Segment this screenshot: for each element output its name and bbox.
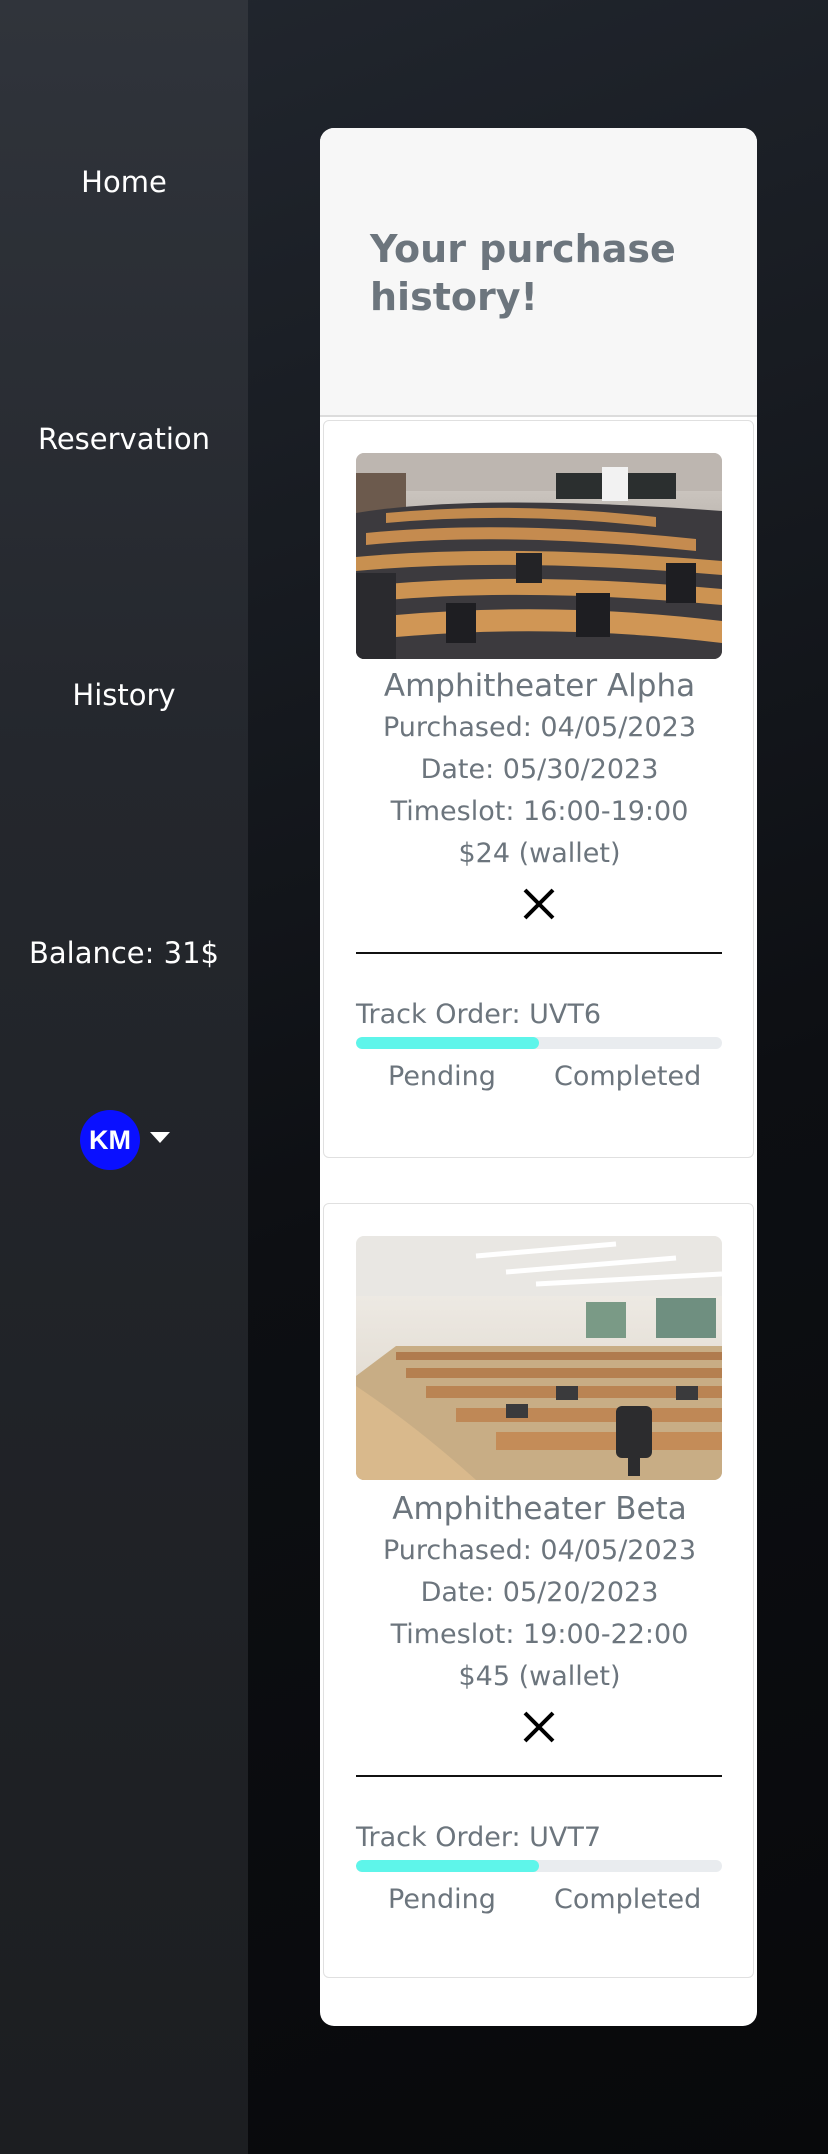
panel-header: Your purchase history! <box>320 128 757 417</box>
divider <box>356 952 722 954</box>
sidebar: Home Reservation History Balance: 31$ KM <box>0 0 248 2154</box>
timeslot: Timeslot: 19:00-22:00 <box>390 1619 689 1650</box>
status-pending: Pending <box>388 1061 496 1092</box>
purchase-date: Purchased: 04/05/2023 <box>382 712 697 743</box>
order-progress-fill <box>356 1037 539 1049</box>
sidebar-item-history[interactable]: History <box>0 675 248 715</box>
order-progress-bar <box>356 1037 722 1049</box>
status-completed: Completed <box>554 1884 702 1915</box>
page-title: Your purchase history! <box>370 227 676 319</box>
avatar[interactable]: KM <box>80 1110 140 1170</box>
status-completed: Completed <box>554 1061 702 1092</box>
close-icon[interactable] <box>522 887 556 921</box>
status-pending: Pending <box>388 1884 496 1915</box>
sidebar-item-home[interactable]: Home <box>0 162 248 202</box>
purchase-history-panel: Your purchase history! Amphitheater Alph… <box>320 128 757 2026</box>
order-details: Amphitheater Beta Purchased: 04/05/2023 … <box>324 1488 755 1698</box>
venue-photo <box>356 1236 722 1480</box>
close-icon[interactable] <box>522 1710 556 1744</box>
track-order-label: Track Order: UVT6 <box>356 999 602 1030</box>
price: $45 (wallet) <box>458 1661 621 1692</box>
track-order-label: Track Order: UVT7 <box>356 1822 602 1853</box>
order-progress-fill <box>356 1860 539 1872</box>
order-card-beta: Amphitheater Beta Purchased: 04/05/2023 … <box>323 1203 754 1978</box>
divider <box>356 1775 722 1777</box>
user-menu-toggle[interactable]: KM <box>80 1110 170 1170</box>
venue-name: Amphitheater Alpha <box>383 668 696 704</box>
chevron-down-icon[interactable] <box>150 1131 170 1143</box>
sidebar-item-reservation[interactable]: Reservation <box>0 419 248 459</box>
venue-photo <box>356 453 722 659</box>
reservation-date: Date: 05/20/2023 <box>420 1577 659 1608</box>
reservation-date: Date: 05/30/2023 <box>420 754 659 785</box>
balance-label: Balance: 31$ <box>28 936 219 970</box>
order-details: Amphitheater Alpha Purchased: 04/05/2023… <box>324 665 755 875</box>
order-progress-bar <box>356 1860 722 1872</box>
price: $24 (wallet) <box>458 838 621 869</box>
purchase-date: Purchased: 04/05/2023 <box>382 1535 697 1566</box>
order-card-alpha: Amphitheater Alpha Purchased: 04/05/2023… <box>323 420 754 1158</box>
venue-name: Amphitheater Beta <box>392 1491 687 1527</box>
timeslot: Timeslot: 16:00-19:00 <box>390 796 689 827</box>
